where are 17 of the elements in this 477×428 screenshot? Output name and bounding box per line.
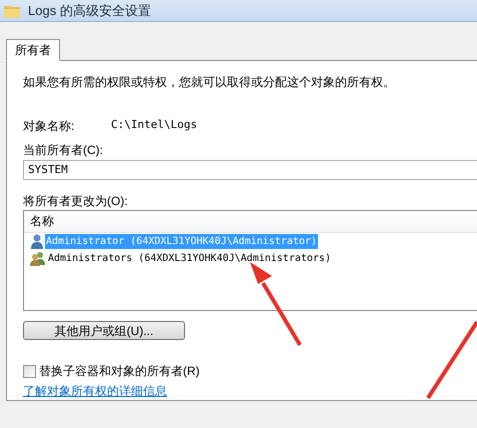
details-link[interactable]: 了解对象所有权的详细信息: [23, 382, 167, 400]
users-icon: [30, 250, 46, 266]
window-title: Logs 的高级安全设置: [28, 2, 151, 20]
folder-icon: [4, 4, 20, 18]
current-owner-label: 当前所有者(C):: [23, 142, 104, 157]
user-icon: [30, 234, 44, 249]
intro-text: 如果您有所需的权限或特权，您就可以取得或分配这个对象的所有权。: [23, 74, 396, 91]
change-owner-label: 将所有者更改为(O):: [23, 192, 129, 208]
tab[interactable]: 所有者: [6, 39, 60, 61]
object-name-value: C:\Intel\Logs: [111, 117, 198, 133]
checkbox[interactable]: [23, 364, 36, 378]
column-header[interactable]: 名称: [30, 212, 54, 230]
checkbox-label: 替换子容器和对象的所有者(R): [39, 363, 200, 380]
object-name-label: 对象名称:: [23, 118, 76, 133]
list-item[interactable]: Administrators (64XDXL31YOHK40J\Administrators): [47, 250, 332, 266]
other-users-button[interactable]: 其他用户或组(U)...: [23, 321, 185, 340]
current-owner-field[interactable]: SYSTEM: [23, 160, 477, 180]
